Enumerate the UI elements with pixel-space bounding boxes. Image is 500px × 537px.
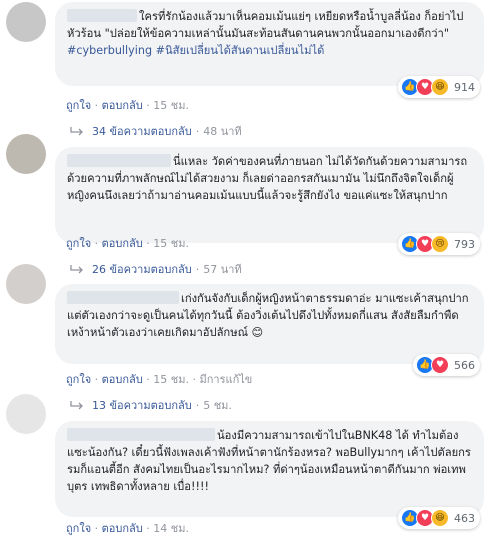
replies-count[interactable]: 13 ข้อความตอบกลับ (92, 396, 192, 414)
commenter-name[interactable] (67, 154, 171, 167)
reply-arrow-icon (70, 401, 83, 410)
like-link[interactable]: ถูกใจ (66, 522, 91, 535)
reply-link[interactable]: ตอบกลับ (102, 522, 143, 535)
view-replies-link[interactable]: 13 ข้อความตอบกลับ · 5 ชม. (70, 396, 232, 414)
reply-link[interactable]: ตอบกลับ (102, 99, 143, 112)
reaction-summary[interactable]: 👍 ♥ 😢 793 (398, 233, 480, 255)
comment-time[interactable]: 14 ชม. (153, 522, 189, 535)
comment-actions: ถูกใจ · ตอบกลับ · 15 ชม. (66, 237, 189, 250)
reply-link[interactable]: ตอบกลับ (102, 373, 143, 386)
haha-reaction-icon: 😆 (431, 78, 449, 96)
comment-text: ใครที่รักน้องแล้วมาเห็นคอมเม้นแย่ๆ เหยีย… (67, 9, 464, 57)
reply-link[interactable]: ตอบกลับ (102, 237, 143, 250)
comment-actions: ถูกใจ · ตอบกลับ · 15 ชม. (66, 99, 189, 112)
reaction-summary[interactable]: 👍 ♥ 566 (413, 354, 480, 376)
commenter-avatar[interactable] (6, 264, 46, 304)
view-replies-link[interactable]: 34 ข้อความตอบกลับ · 48 นาที (70, 122, 242, 140)
comment-bubble: นี่แหละ วัดค่าของคนที่ภายนอก ไม่ได้วัดกั… (55, 147, 484, 255)
comment-time[interactable]: 15 ชม. (153, 237, 189, 250)
reply-arrow-icon (70, 127, 83, 136)
like-link[interactable]: ถูกใจ (66, 99, 91, 112)
commenter-avatar[interactable] (6, 394, 46, 434)
edited-label[interactable]: มีการแก้ไข (199, 373, 252, 386)
reaction-count: 463 (454, 511, 475, 525)
reaction-count: 914 (454, 80, 475, 94)
replies-time: 57 นาที (203, 263, 242, 276)
comment-bubble: ใครที่รักน้องแล้วมาเห็นคอมเม้นแย่ๆ เหยีย… (55, 2, 484, 98)
haha-reaction-icon: 😆 (431, 509, 449, 527)
view-replies-link[interactable]: 26 ข้อความตอบกลับ · 57 นาที (70, 260, 242, 278)
sad-reaction-icon: 😢 (431, 235, 449, 253)
smile-emoji-icon: 😊 (251, 326, 264, 339)
comment-text: เก่งกันจังกับเด็กผู้หญิงหน้าตาธรรมดาอ่ะ … (67, 291, 473, 339)
like-link[interactable]: ถูกใจ (66, 373, 91, 386)
love-reaction-icon: ♥ (431, 356, 449, 374)
comment-bubble: น้องมีความสามารถเข้าไปในBNK48 ได้ ทำไมต้… (55, 421, 484, 529)
commenter-name[interactable] (67, 291, 179, 304)
commenter-avatar[interactable] (6, 2, 46, 42)
replies-time: 48 นาที (203, 125, 242, 138)
hashtags[interactable]: #cyberbullying #นิสัยเปลี่ยนได้สันดานเปล… (67, 44, 324, 57)
reply-arrow-icon (70, 265, 83, 274)
replies-count[interactable]: 26 ข้อความตอบกลับ (92, 260, 192, 278)
commenter-avatar[interactable] (6, 134, 46, 174)
comment-actions: ถูกใจ · ตอบกลับ · 15 ชม. · มีการแก้ไข (66, 373, 253, 386)
comment-actions: ถูกใจ · ตอบกลับ · 14 ชม. (66, 522, 189, 535)
commenter-name[interactable] (67, 9, 137, 22)
replies-count[interactable]: 34 ข้อความตอบกลับ (92, 122, 192, 140)
comment-time[interactable]: 15 ชม. (153, 373, 189, 386)
comment-text: นี่แหละ วัดค่าของคนที่ภายนอก ไม่ได้วัดกั… (67, 154, 471, 202)
reaction-summary[interactable]: 👍 ♥ 😆 463 (398, 507, 480, 529)
reaction-count: 566 (454, 358, 475, 372)
replies-time: 5 ชม. (203, 399, 232, 412)
commenter-name[interactable] (67, 428, 215, 441)
comment-text: น้องมีความสามารถเข้าไปในBNK48 ได้ ทำไมต้… (67, 428, 471, 493)
comment-bubble: เก่งกันจังกับเด็กผู้หญิงหน้าตาธรรมดาอ่ะ … (55, 284, 484, 376)
reaction-count: 793 (454, 237, 475, 251)
like-link[interactable]: ถูกใจ (66, 237, 91, 250)
reaction-summary[interactable]: 👍 ♥ 😆 914 (398, 76, 480, 98)
comment-time[interactable]: 15 ชม. (153, 99, 189, 112)
